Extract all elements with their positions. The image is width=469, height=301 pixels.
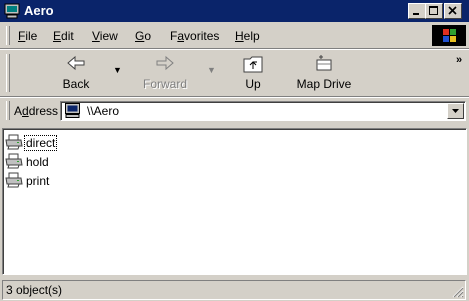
menu-bar: File Edit View Go Favorites Help [0,23,469,48]
address-bar: Address \\Aero [0,98,469,124]
computer-icon [65,103,80,118]
menu-edit[interactable]: Edit [53,29,74,43]
status-text: 3 object(s) [6,283,63,297]
address-dropdown-button[interactable] [447,103,464,119]
back-arrow-icon [67,55,85,71]
status-bar: 3 object(s) [0,277,469,301]
chevron-down-icon [452,109,459,113]
address-combobox[interactable]: \\Aero [60,101,466,121]
list-item-label: print [26,174,50,188]
list-item[interactable]: print [5,172,65,190]
minimize-button[interactable] [408,3,426,19]
address-input[interactable]: \\Aero [87,104,119,118]
address-label: Address [14,104,59,118]
standard-toolbar: Back ▼ Forward ▼ Up Map Drive » [0,50,469,96]
printer-icon [5,134,23,150]
minimize-icon [413,13,419,15]
menu-go[interactable]: Go [135,29,151,43]
list-item-label: hold [26,155,49,169]
up-button[interactable]: Up [227,52,279,94]
menu-bar-grip[interactable] [6,26,10,45]
forward-dropdown-arrow[interactable]: ▼ [207,65,216,75]
maximize-button[interactable] [425,3,443,19]
printer-icon [5,172,23,188]
menu-favorites[interactable]: Favorites [170,29,219,43]
title-bar[interactable]: Aero [0,0,469,22]
computer-icon [4,3,20,19]
menu-view[interactable]: View [92,29,118,43]
window-title: Aero [24,3,54,18]
menu-help[interactable]: Help [235,29,260,43]
list-item[interactable]: hold [5,153,65,171]
back-dropdown-arrow[interactable]: ▼ [113,65,122,75]
map-drive-button[interactable]: Map Drive [288,52,360,94]
address-bar-grip[interactable] [6,101,10,120]
maximize-icon [429,6,438,15]
list-item[interactable]: direct [5,134,65,152]
windows-logo-icon [432,25,466,46]
printer-icon [5,153,23,169]
close-button[interactable] [444,3,462,19]
status-pane: 3 object(s) [2,280,466,300]
menu-file[interactable]: File [18,29,37,43]
close-icon [448,6,457,15]
resize-grip-icon[interactable] [452,286,464,298]
list-item-label: direct [23,135,58,151]
map-drive-icon [316,55,332,71]
toolbar-grip[interactable] [6,54,10,92]
forward-arrow-icon [156,55,174,71]
toolbar-chevron[interactable]: » [456,54,462,66]
up-folder-icon [243,56,263,73]
file-list-view[interactable]: direct hold print [2,128,467,275]
back-button[interactable]: Back [50,52,102,94]
forward-button[interactable]: Forward [133,52,197,94]
